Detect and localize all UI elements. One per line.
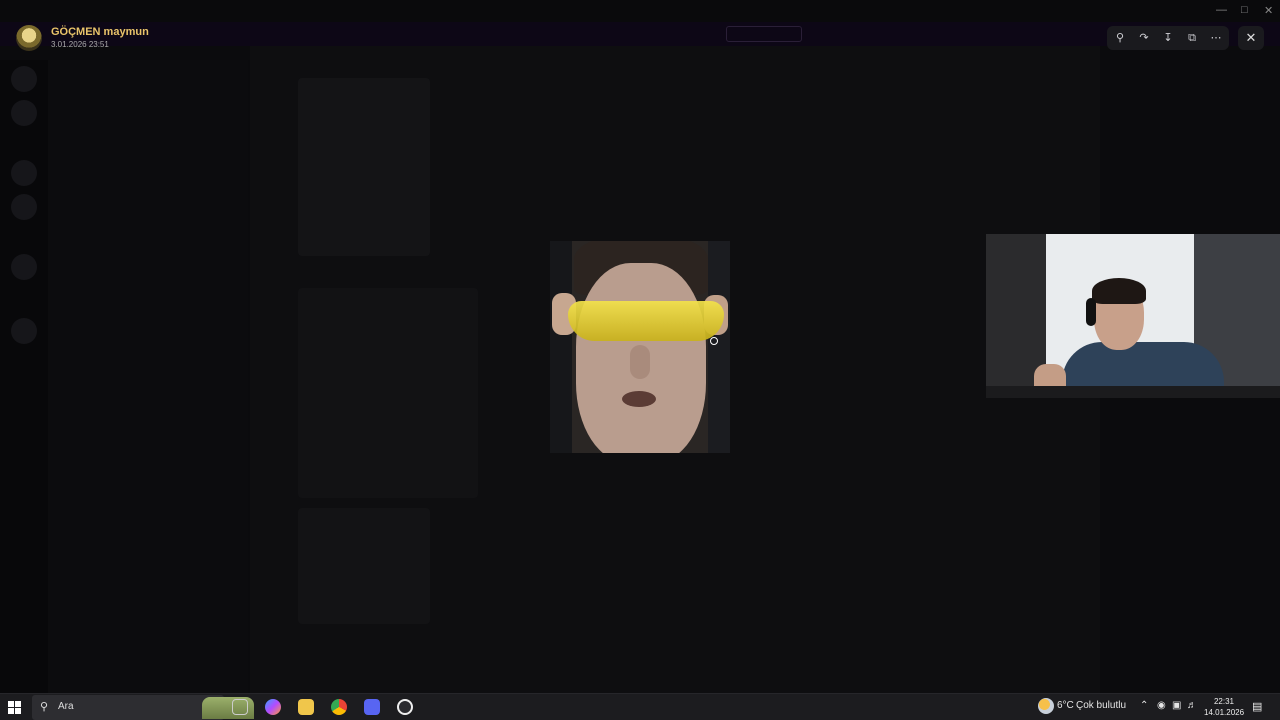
author-avatar[interactable] [16,25,42,51]
image-nose [630,345,650,379]
search-placeholder: Ara [58,701,74,712]
webcam-background [986,386,1280,398]
webcam-person [1092,278,1146,304]
chat-attachment[interactable] [298,508,430,624]
clock-date: 14.01.2026 [1204,708,1245,717]
copilot-icon[interactable] [265,699,281,715]
maximize-icon[interactable]: □ [1241,4,1248,16]
chat-attachment[interactable] [298,78,430,256]
taskbar: ⚲ Ara 6°C Çok bulutlu ⌃ ◉ ▣ ♬ 22:31 14.0… [0,693,1280,720]
viewed-image[interactable] [550,241,730,453]
close-icon[interactable]: ✕ [1238,26,1264,50]
weather-temperature[interactable]: 6°C [1057,700,1074,711]
microphone-icon[interactable]: ◉ [1157,700,1166,711]
window-close-icon[interactable]: ✕ [1264,4,1273,17]
obs-icon[interactable] [397,699,413,715]
image-backdrop [550,241,572,453]
app-titlebar: — □ ✕ [0,0,1280,22]
server-icon[interactable] [11,318,37,344]
taskbar-search[interactable]: ⚲ Ara [32,695,254,720]
more-icon[interactable]: ⋯ [1210,32,1222,44]
forward-icon[interactable]: ↷ [1138,32,1150,44]
image-yellow-glasses [568,301,724,341]
webcam-overlay [986,234,1280,398]
weather-icon[interactable] [1038,698,1054,714]
screen: — □ ✕ GÖÇMEN maymun 3.01.2026 23:51 ⚲ ↷ … [0,0,1280,720]
viewer-toolbar: ⚲ ↷ ↧ ⧉ ⋯ [1107,26,1229,50]
notification-icon[interactable]: ▤ [1252,700,1262,713]
post-timestamp: 3.01.2026 23:51 [51,40,109,49]
volume-icon[interactable]: ♬ [1187,700,1197,711]
minimize-icon[interactable]: — [1216,4,1227,16]
open-external-icon[interactable]: ⧉ [1186,32,1198,44]
image-backdrop [708,241,730,453]
network-icon[interactable]: ▣ [1172,700,1181,711]
clock-time: 22:31 [1213,697,1235,706]
author-name[interactable]: GÖÇMEN maymun [51,26,149,38]
search-icon: ⚲ [40,701,49,713]
system-clock[interactable]: 22:31 14.01.2026 [1204,696,1244,718]
server-icon[interactable] [11,254,37,280]
server-icon[interactable] [11,66,37,92]
chevron-up-icon[interactable]: ⌃ [1140,700,1148,711]
weather-description[interactable]: Çok bulutlu [1076,700,1126,711]
file-explorer-icon[interactable] [298,699,314,715]
headphones-icon [1086,298,1096,326]
server-icon[interactable] [11,160,37,186]
task-view-icon[interactable] [232,699,248,715]
zoom-icon[interactable]: ⚲ [1114,32,1126,44]
mouse-cursor-icon [710,337,718,345]
server-list [0,60,48,693]
server-icon[interactable] [11,100,37,126]
channel-list [48,60,248,693]
discord-icon[interactable] [364,699,380,715]
chat-attachment[interactable] [298,288,478,498]
download-icon[interactable]: ↧ [1162,32,1174,44]
chrome-icon[interactable] [331,699,347,715]
server-icon[interactable] [11,194,37,220]
windows-start-icon[interactable] [8,701,21,714]
image-mouth [622,391,656,407]
viewer-header: GÖÇMEN maymun 3.01.2026 23:51 ⚲ ↷ ↧ ⧉ ⋯ [0,20,1280,56]
